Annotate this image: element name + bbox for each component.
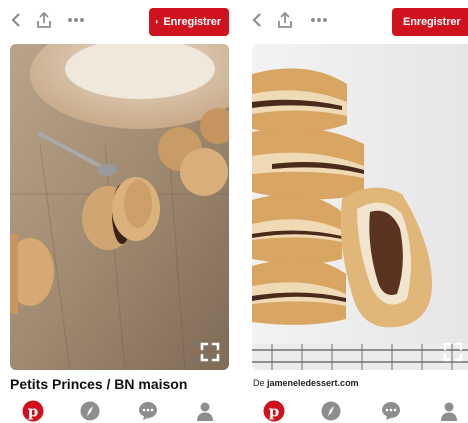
back-chevron-icon[interactable] (245, 8, 269, 32)
save-button-label: Enregistrer (163, 16, 221, 28)
svg-text:p: p (269, 403, 280, 421)
source-domain-link[interactable]: jameneledessert.com (267, 378, 359, 388)
pin-header: Enregistrer (0, 0, 237, 44)
bottom-tab-bar: p (0, 398, 237, 423)
pin-panel-right: Enregistrer De jameneledessert.com p (243, 0, 468, 423)
pin-source[interactable]: De jameneledessert.com (253, 378, 359, 388)
pinterest-home-icon[interactable]: p (22, 400, 44, 422)
pin-title: Petits Princes / BN maison (10, 376, 188, 392)
explore-compass-icon[interactable] (79, 400, 101, 422)
expand-icon[interactable] (199, 341, 221, 363)
messages-icon[interactable] (137, 400, 159, 422)
share-icon[interactable] (273, 8, 297, 32)
profile-icon[interactable] (438, 400, 460, 422)
back-chevron-icon[interactable] (4, 8, 28, 32)
save-button[interactable]: Enregistrer (149, 8, 229, 36)
svg-text:p: p (28, 403, 39, 421)
bottom-tab-bar: p (243, 398, 468, 423)
save-button-label: Enregistrer (403, 16, 461, 28)
pin-panel-left: Enregistrer Petits Princes / BN maison p (0, 0, 237, 423)
pushpin-icon (155, 20, 158, 24)
more-dots-icon[interactable] (64, 8, 88, 32)
source-prefix: De (253, 378, 268, 388)
explore-compass-icon[interactable] (320, 400, 342, 422)
pinterest-home-icon[interactable]: p (263, 400, 285, 422)
expand-icon[interactable] (442, 341, 464, 363)
messages-icon[interactable] (380, 400, 402, 422)
pastries-photo (252, 44, 468, 370)
pin-image-pastries[interactable] (252, 44, 468, 370)
pin-image-cookies[interactable] (10, 44, 229, 370)
share-icon[interactable] (32, 8, 56, 32)
save-button[interactable]: Enregistrer (392, 8, 468, 36)
pin-header: Enregistrer (243, 0, 468, 44)
profile-icon[interactable] (194, 400, 216, 422)
more-dots-icon[interactable] (307, 8, 331, 32)
cookies-photo (10, 44, 229, 370)
